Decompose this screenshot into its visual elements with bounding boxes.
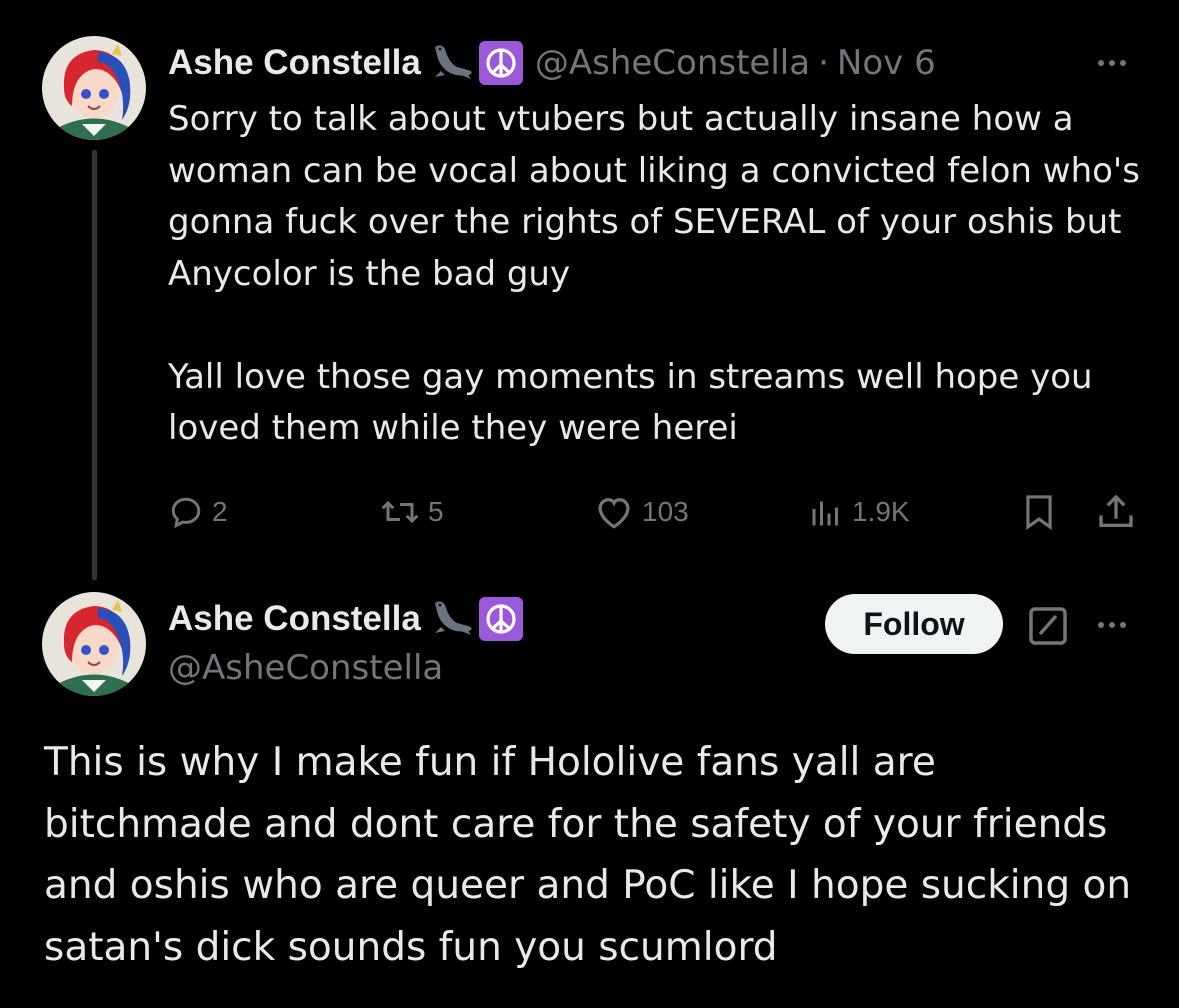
grok-icon[interactable]	[1028, 606, 1070, 650]
reply-icon	[171, 497, 201, 529]
peace-symbol-icon	[478, 597, 523, 641]
tweet-date[interactable]: Nov 6	[837, 43, 936, 83]
follow-button[interactable]: Follow	[825, 594, 1003, 654]
thread-connector-line	[92, 150, 97, 580]
repost-icon	[381, 500, 419, 524]
avatar[interactable]	[42, 592, 146, 696]
repost-button[interactable]: 5	[380, 494, 444, 530]
more-icon[interactable]	[1098, 60, 1126, 66]
views-icon	[812, 501, 838, 526]
bookmark-icon	[1026, 495, 1052, 531]
like-button[interactable]: 103	[594, 494, 689, 530]
tweet-header: Ashe Constella	[168, 596, 523, 642]
share-button[interactable]	[1096, 492, 1136, 532]
seal-emoji-icon	[431, 41, 475, 85]
views-button[interactable]: 1.9K	[808, 494, 910, 530]
tweet-text: Sorry to talk about vtubers but actually…	[168, 94, 1148, 455]
heart-icon	[598, 498, 630, 529]
author-display-name[interactable]: Ashe Constella	[168, 599, 421, 639]
reply-button[interactable]: 2	[168, 494, 228, 530]
tweet-paragraph: Yall love those gay moments in streams w…	[168, 356, 1093, 449]
author-display-name[interactable]: Ashe Constella	[168, 43, 421, 83]
seal-emoji-icon	[431, 597, 475, 641]
like-count: 103	[642, 496, 689, 527]
bookmark-button[interactable]	[1020, 492, 1058, 532]
author-handle[interactable]: @AsheConstella	[168, 648, 443, 688]
views-count: 1.9K	[852, 496, 910, 527]
tweet-paragraph: Sorry to talk about vtubers but actually…	[168, 99, 1140, 294]
avatar[interactable]	[42, 36, 146, 140]
reply-count: 2	[212, 496, 228, 527]
more-icon[interactable]	[1098, 622, 1126, 628]
tweet-header: Ashe Constella @AsheConstella · Nov 6	[168, 40, 936, 86]
peace-symbol-icon	[478, 41, 523, 85]
author-handle[interactable]: @AsheConstella	[535, 43, 810, 83]
tweet-action-bar: 2 5 103 1.9K	[168, 488, 1138, 534]
repost-count: 5	[428, 496, 444, 527]
separator-dot: ·	[818, 43, 829, 83]
share-icon	[1099, 494, 1133, 527]
tweet-text: This is why I make fun if Hololive fans …	[44, 740, 1132, 970]
